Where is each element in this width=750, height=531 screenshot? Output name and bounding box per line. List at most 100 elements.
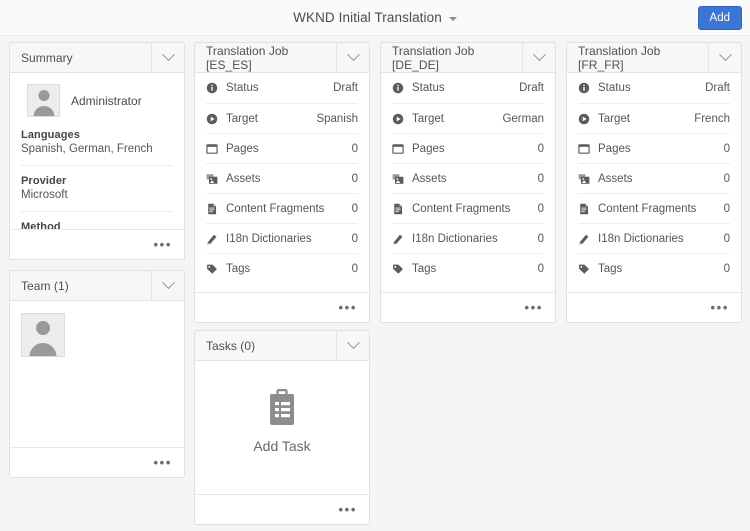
summary-card-footer[interactable]: •••: [10, 229, 184, 259]
assets-images-icon: [578, 173, 598, 185]
stat-row: I18n Dictionaries 0: [206, 223, 358, 253]
stat-row: Status Draft: [578, 73, 730, 103]
translation-job-fr-collapse-toggle[interactable]: [708, 43, 741, 72]
field-value: Spanish, German, French: [21, 143, 153, 155]
translation-job-es-body: Status Draft Target Spanish Pages 0 Asse…: [195, 73, 369, 292]
stat-value: 0: [351, 202, 358, 215]
translation-job-es-footer[interactable]: •••: [195, 292, 369, 322]
stat-row: Pages 0: [206, 133, 358, 163]
target-play-icon: [578, 113, 598, 125]
stat-value: Draft: [519, 82, 544, 94]
summary-field-provider: Provider Microsoft: [21, 165, 173, 211]
stat-label: Status: [412, 82, 445, 94]
tag-icon: [206, 263, 226, 275]
translation-job-fr-body: Status Draft Target French Pages 0 Asset…: [567, 73, 741, 292]
summary-card: Summary Administrator Languages Spanish,…: [9, 42, 185, 260]
info-circle-icon: [578, 82, 598, 94]
stat-label: Tags: [598, 262, 623, 275]
pages-icon: [578, 143, 598, 155]
stat-label: I18n Dictionaries: [412, 232, 498, 245]
stat-label: Assets: [226, 172, 261, 185]
stat-value: 0: [351, 232, 358, 245]
summary-collapse-toggle[interactable]: [151, 43, 184, 72]
tag-icon: [392, 263, 412, 275]
more-options-icon[interactable]: •••: [339, 503, 357, 516]
user-avatar-icon: [27, 84, 60, 117]
page-title: WKND Initial Translation: [293, 10, 442, 25]
stat-label: I18n Dictionaries: [226, 232, 312, 245]
stat-value: 0: [723, 262, 730, 275]
stat-label: Target: [412, 112, 444, 125]
translation-job-fr-title: Translation Job [FR_FR]: [578, 43, 661, 72]
stat-label: Assets: [598, 172, 633, 185]
summary-card-header: Summary: [10, 43, 184, 73]
stat-row: Assets 0: [392, 163, 544, 193]
summary-card-body: Administrator Languages Spanish, German,…: [10, 73, 184, 229]
chevron-down-icon: [718, 48, 732, 62]
more-options-icon[interactable]: •••: [154, 238, 172, 251]
more-options-icon[interactable]: •••: [154, 456, 172, 469]
summary-field-languages: Languages Spanish, German, French: [21, 129, 173, 165]
stat-label: Content Fragments: [226, 202, 325, 215]
stat-value: 0: [537, 142, 544, 155]
chevron-down-icon: [346, 336, 360, 350]
team-card: Team (1) •••: [9, 270, 185, 478]
translation-job-es-collapse-toggle[interactable]: [336, 43, 369, 72]
stat-value: Draft: [705, 82, 730, 94]
stat-row: Pages 0: [392, 133, 544, 163]
stat-value: 0: [537, 202, 544, 215]
content-fragment-icon: [392, 203, 412, 215]
stat-row: I18n Dictionaries 0: [392, 223, 544, 253]
tasks-card: Tasks (0) Add Task •••: [194, 330, 370, 525]
add-button[interactable]: Add: [697, 6, 742, 30]
info-circle-icon: [206, 82, 226, 94]
top-toolbar: WKND Initial Translation Add: [0, 0, 750, 36]
tasks-card-footer[interactable]: •••: [195, 494, 369, 524]
chevron-down-icon: [161, 48, 175, 62]
stat-row: Tags 0: [392, 253, 544, 283]
team-member-avatar[interactable]: [21, 313, 65, 357]
stat-label: I18n Dictionaries: [598, 232, 684, 245]
stat-row: Assets 0: [206, 163, 358, 193]
page-title-dropdown[interactable]: WKND Initial Translation: [293, 10, 457, 25]
cards-board: Summary Administrator Languages Spanish,…: [0, 36, 750, 531]
stat-row: Content Fragments 0: [392, 193, 544, 223]
team-card-body: [10, 301, 184, 447]
target-play-icon: [206, 113, 226, 125]
translation-job-de-footer[interactable]: •••: [381, 292, 555, 322]
stat-label: Tags: [226, 262, 251, 275]
tasks-collapse-toggle[interactable]: [336, 331, 369, 360]
translation-job-de-header: Translation Job [DE_DE]: [381, 43, 555, 73]
add-task-label: Add Task: [253, 438, 311, 454]
stat-label: Content Fragments: [412, 202, 511, 215]
stat-label: Status: [598, 82, 631, 94]
stat-label: Status: [226, 82, 259, 94]
more-options-icon[interactable]: •••: [711, 301, 729, 314]
stat-row: Target French: [578, 103, 730, 133]
target-play-icon: [392, 113, 412, 125]
stat-label: Tags: [412, 262, 437, 275]
stat-value: 0: [537, 232, 544, 245]
translation-job-card-de: Translation Job [DE_DE] Status Draft Tar…: [380, 42, 556, 323]
chevron-down-icon: [346, 48, 360, 62]
stat-value: 0: [537, 172, 544, 185]
stat-label: Target: [226, 112, 258, 125]
stat-value: 0: [537, 262, 544, 275]
tasks-card-title: Tasks (0): [206, 338, 256, 353]
stat-value: 0: [723, 232, 730, 245]
summary-owner: Administrator: [21, 73, 173, 129]
stat-row: Assets 0: [578, 163, 730, 193]
team-card-footer[interactable]: •••: [10, 447, 184, 477]
more-options-icon[interactable]: •••: [525, 301, 543, 314]
tasks-card-body[interactable]: Add Task: [195, 361, 369, 494]
translation-job-de-collapse-toggle[interactable]: [522, 43, 555, 72]
stat-value: 0: [723, 142, 730, 155]
team-collapse-toggle[interactable]: [151, 271, 184, 300]
translation-job-es-header: Translation Job [ES_ES]: [195, 43, 369, 73]
tasks-card-header: Tasks (0): [195, 331, 369, 361]
translation-job-es-title: Translation Job [ES_ES]: [206, 43, 289, 72]
chevron-down-icon: [532, 48, 546, 62]
translation-job-fr-footer[interactable]: •••: [567, 292, 741, 322]
more-options-icon[interactable]: •••: [339, 301, 357, 314]
assets-images-icon: [206, 173, 226, 185]
